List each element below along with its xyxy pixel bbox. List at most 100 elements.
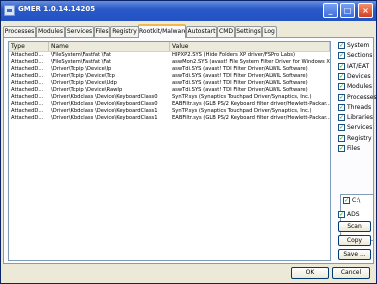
copy-button[interactable]: Copy — [338, 235, 371, 246]
option-label: System — [347, 42, 370, 49]
table-row[interactable]: AttachedD... \Driver\Kbdclass \Device\Key… — [9, 108, 330, 115]
tab-registry[interactable]: Registry — [110, 26, 139, 37]
tab-settings[interactable]: Settings — [235, 26, 262, 37]
column-name[interactable]: Name — [49, 42, 170, 51]
cell-value: aswMon2.SYS (avast! File System Filter D… — [172, 59, 330, 65]
ok-button[interactable]: OK — [291, 267, 329, 279]
option-registry[interactable]: ✓ Registry — [338, 134, 376, 143]
column-type[interactable]: Type — [9, 42, 49, 51]
option-checkbox[interactable]: ✓ — [338, 103, 345, 111]
option-label: Files — [347, 145, 361, 152]
tab-files[interactable]: Files — [94, 26, 110, 37]
table-row[interactable]: AttachedD... \Driver\Kbdclass \Device\Key… — [9, 94, 330, 101]
option-checkbox[interactable]: ✓ — [338, 124, 345, 132]
minimize-button[interactable]: _ — [323, 3, 338, 18]
drive-item[interactable]: ✓ C:\ — [343, 197, 371, 205]
option-checkbox[interactable]: ✓ — [338, 134, 345, 142]
table-row[interactable]: AttachedD... \Driver\Tcpip \Device\Ip aswT… — [9, 66, 330, 73]
tab-modules[interactable]: Modules — [36, 26, 65, 37]
cell-type: AttachedD... — [11, 87, 44, 93]
cancel-button[interactable]: Cancel — [332, 267, 370, 279]
tab-processes[interactable]: Processes — [3, 26, 36, 37]
option-libraries[interactable]: ✓ Libraries — [338, 113, 376, 122]
cell-name: \Driver\Kbdclass \Device\KeyboardClass0 — [51, 94, 158, 100]
option-label: Modules — [347, 83, 372, 91]
option-label: Devices — [347, 72, 371, 80]
ads-option[interactable]: ✓ ADS — [338, 210, 376, 219]
cell-type: AttachedD... — [11, 52, 44, 58]
cell-type: AttachedD... — [11, 80, 44, 86]
option-modules[interactable]: ✓ Modules — [338, 82, 376, 91]
table-row[interactable]: AttachedD... \Driver\Tcpip \Device\RawIp a… — [9, 87, 330, 94]
save-button[interactable]: Save ... — [338, 249, 371, 260]
table-row[interactable]: AttachedD... \FileSystem\Fastfat \Fat aswM… — [9, 59, 330, 66]
option-label: Libraries — [347, 114, 373, 122]
option-processes[interactable]: ✓ Processes — [338, 93, 377, 102]
option-checkbox[interactable]: ✓ — [338, 83, 345, 91]
results-list[interactable]: Type Name Value AttachedD... \FileSystem\… — [8, 41, 331, 261]
column-value[interactable]: Value — [170, 42, 330, 51]
rootkit-panel: Type Name Value AttachedD... \FileSystem\… — [3, 37, 377, 264]
option-checkbox[interactable]: ✓ — [338, 72, 345, 80]
cell-name: \FileSystem\Fastfat \Fat — [51, 59, 112, 65]
option-files[interactable]: ✓ Files — [338, 144, 376, 153]
option-label: Processes — [347, 93, 377, 101]
option-checkbox[interactable]: ✓ — [338, 145, 345, 152]
cell-name: \Driver\Tcpip \Device\Ip — [51, 66, 112, 72]
option-checkbox[interactable]: ✓ — [338, 52, 345, 60]
cell-name: \Driver\Tcpip \Device\Udp — [51, 80, 117, 86]
maximize-button[interactable]: □ — [340, 3, 355, 18]
option-checkbox[interactable]: ✓ — [338, 62, 345, 70]
option-label: Services — [347, 124, 373, 132]
option-devices[interactable]: ✓ Devices — [338, 72, 376, 81]
ads-checkbox[interactable]: ✓ — [338, 211, 345, 218]
tab-cmd[interactable]: CMD — [217, 26, 235, 37]
table-row[interactable]: AttachedD... \Driver\Tcpip \Device\Udp asw… — [9, 80, 330, 87]
drive-label: C:\ — [352, 197, 361, 204]
cell-value: HIPXP2.SYS (Hide Folders XP driver/FSPro… — [172, 52, 295, 58]
cell-value: EABFiltr.sys (GLB PS/2 Keyboard filter d… — [172, 101, 330, 107]
cell-type: AttachedD... — [11, 115, 44, 121]
drive-checkbox[interactable]: ✓ — [343, 197, 350, 204]
cell-value: aswTdi.SYS (avast! TDI Filter Driver/ALW… — [172, 80, 308, 86]
option-system[interactable]: ✓ System — [338, 41, 376, 50]
cell-name: \Driver\Kbdclass \Device\KeyboardClass1 — [51, 115, 158, 121]
tab-strip: Processes Modules Services Files Registr… — [3, 24, 375, 38]
cell-value: EABFiltr.sys (GLB PS/2 Keyboard filter d… — [172, 115, 330, 121]
option-label: Threads — [347, 103, 372, 111]
cell-type: AttachedD... — [11, 108, 44, 114]
option-checkbox[interactable]: ✓ — [338, 93, 345, 101]
table-row[interactable]: AttachedD... \Driver\Kbdclass \Device\Key… — [9, 101, 330, 108]
tab-autostart[interactable]: Autostart — [186, 26, 217, 37]
cell-name: \Driver\Kbdclass \Device\KeyboardClass0 — [51, 101, 158, 107]
tab-services[interactable]: Services — [65, 26, 94, 37]
option-sections[interactable]: ✓ Sections — [338, 51, 376, 60]
title-bar[interactable]: GMER 1.0.14.14205 _ □ × — [1, 1, 376, 21]
table-row[interactable]: AttachedD... \FileSystem\Fastfat \Fat HIPX… — [9, 52, 330, 59]
cell-type: AttachedD... — [11, 94, 44, 100]
cell-value: aswTdi.SYS (avast! TDI Filter Driver/ALW… — [172, 87, 308, 93]
option-label: IAT/EAT — [347, 62, 370, 70]
cell-type: AttachedD... — [11, 66, 44, 72]
tab-rootkit-malware[interactable]: Rootkit/Malware — [138, 24, 186, 38]
option-services[interactable]: ✓ Services — [338, 123, 376, 132]
option-checkbox[interactable]: ✓ — [338, 42, 345, 49]
option-threads[interactable]: ✓ Threads — [338, 103, 376, 112]
table-row[interactable]: AttachedD... \Driver\Kbdclass \Device\Key… — [9, 115, 330, 122]
cell-name: \Driver\Tcpip \Device\RawIp — [51, 87, 123, 93]
list-header: Type Name Value — [9, 42, 330, 52]
ads-label: ADS — [347, 211, 360, 218]
option-iat-eat[interactable]: ✓ IAT/EAT — [338, 62, 376, 71]
tab-log[interactable]: Log — [262, 26, 277, 37]
cell-type: AttachedD... — [11, 59, 44, 65]
cell-type: AttachedD... — [11, 73, 44, 79]
app-icon — [4, 5, 15, 16]
cell-name: \Driver\Kbdclass \Device\KeyboardClass1 — [51, 108, 158, 114]
close-button[interactable]: × — [358, 3, 373, 18]
cell-value: SynTP.sys (Synaptics Touchpad Driver/Syn… — [172, 108, 312, 114]
option-checkbox[interactable]: ✓ — [338, 114, 345, 122]
table-row[interactable]: AttachedD... \Driver\Tcpip \Device\Tcp asw… — [9, 73, 330, 80]
cell-name: \Driver\Tcpip \Device\Tcp — [51, 73, 115, 79]
scan-button[interactable]: Scan — [338, 221, 371, 232]
window-title: GMER 1.0.14.14205 — [18, 5, 96, 13]
